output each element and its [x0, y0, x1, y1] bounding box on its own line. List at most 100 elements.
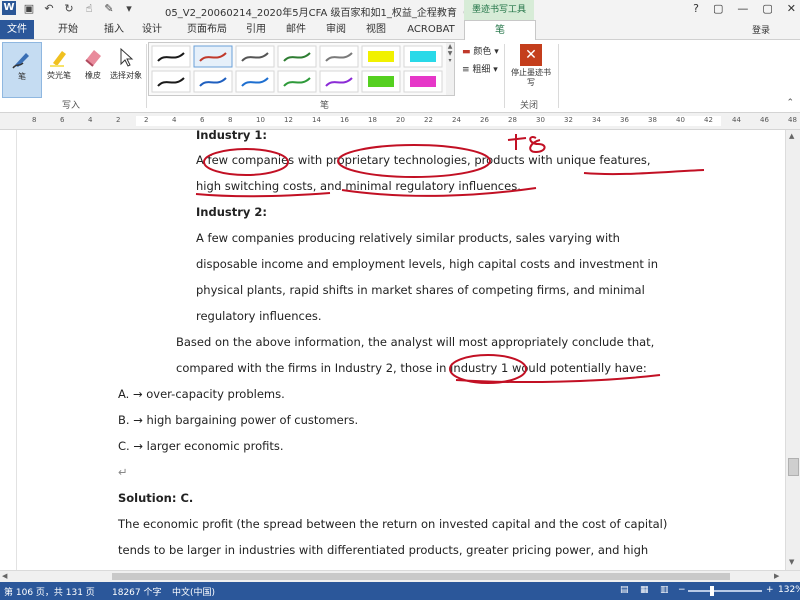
ribbon-display-icon[interactable]: ▢: [713, 2, 723, 15]
pen-color-button[interactable]: ▬ 颜色 ▾: [462, 44, 499, 57]
question-line2: compared with the firms in Industry 2, t…: [176, 361, 647, 375]
highlighter-tool-button[interactable]: 荧光笔: [40, 42, 78, 96]
ruler-number: 34: [592, 116, 601, 124]
pens-group-label: 笔: [320, 101, 330, 111]
save-icon[interactable]: ▣: [22, 2, 36, 15]
status-bar: 第 106 页，共 131 页 18267 个字 中文(中国) ▤ ▦ ▥ − …: [0, 582, 800, 600]
ruler-number: 36: [620, 116, 629, 124]
ribbon-separator: [146, 44, 147, 108]
industry2-line2: disposable income and employment levels,…: [196, 257, 659, 271]
page-count[interactable]: 第 106 页，共 131 页: [4, 585, 95, 598]
close-ink-icon: ✕: [520, 44, 542, 66]
select-objects-button[interactable]: 选择对象: [106, 42, 146, 96]
zoom-level[interactable]: 132%: [778, 585, 800, 595]
ruler-number: 6: [200, 116, 205, 124]
ribbon-tabs: 文件 开始 插入 设计 页面布局 引用 邮件 审阅 视图 ACROBAT 笔 登…: [0, 20, 800, 40]
help-icon[interactable]: ?: [693, 2, 699, 15]
customize-icon[interactable]: ▾: [122, 2, 136, 15]
vertical-scroll-thumb[interactable]: [788, 458, 799, 476]
ribbon-separator: [504, 44, 505, 108]
tab-pens[interactable]: 笔: [464, 20, 536, 40]
ruler-number: 8: [228, 116, 233, 124]
ribbon-separator: [558, 44, 559, 108]
word-count[interactable]: 18267 个字: [112, 585, 162, 598]
pen-weight-label: 粗细: [472, 65, 491, 75]
language-status[interactable]: 中文(中国): [172, 585, 215, 598]
window-controls: ? ▢ — ▢ ✕: [693, 2, 796, 15]
horizontal-scroll-thumb[interactable]: [112, 573, 730, 580]
close-icon[interactable]: ✕: [787, 2, 796, 15]
question-line1: Based on the above information, the anal…: [176, 335, 655, 349]
pen-weight-button[interactable]: ≡ 粗细 ▾: [462, 62, 498, 75]
explanation-line2: tends to be larger in industries with di…: [118, 543, 649, 557]
ruler-number: 12: [284, 116, 293, 124]
print-layout-icon[interactable]: ▦: [640, 585, 649, 595]
zoom-slider-thumb[interactable]: [710, 586, 714, 596]
sign-in-link[interactable]: 登录: [752, 23, 770, 36]
industry2-line1: A few companies producing relatively sim…: [196, 231, 620, 245]
web-layout-icon[interactable]: ▥: [660, 585, 669, 595]
ruler-number: 8: [32, 116, 37, 124]
document-canvas[interactable]: Industry 1: A few companies with proprie…: [0, 130, 786, 570]
pen-swatches: [151, 45, 443, 93]
maximize-icon[interactable]: ▢: [762, 2, 772, 15]
highlighter-tool-label: 荧光笔: [47, 71, 71, 80]
redo-icon[interactable]: ↻: [62, 2, 76, 15]
stop-inking-label: 停止墨迹书写: [511, 68, 551, 87]
vertical-scrollbar[interactable]: ▲ ▼: [785, 130, 800, 570]
tab-mailings[interactable]: 邮件: [276, 20, 316, 39]
tab-home[interactable]: 开始: [48, 20, 88, 39]
eraser-tool-label: 橡皮: [85, 71, 101, 80]
ink-underline-unique-features[interactable]: [583, 169, 705, 176]
scroll-left-icon[interactable]: ◀: [2, 572, 7, 580]
ruler-number: 4: [172, 116, 177, 124]
quick-access-toolbar: W ▣ ↶ ↻ ☝ ✎ ▾: [2, 1, 136, 15]
ruler-number: 18: [368, 116, 377, 124]
scroll-down-icon[interactable]: ▼: [789, 558, 794, 566]
tab-file[interactable]: 文件: [0, 20, 34, 39]
tab-design[interactable]: 设计: [134, 20, 170, 39]
ink-underline-switching-costs[interactable]: [195, 192, 331, 198]
scroll-up-icon[interactable]: ▲: [789, 132, 794, 140]
ribbon: 笔 荧光笔 橡皮 选择对象 写入 ▲ ▼ ▾ ▬ 颜色 ▾ ≡ 粗细 ▾ 笔 ✕ 停…: [0, 40, 800, 113]
ruler-number: 16: [340, 116, 349, 124]
tab-references[interactable]: 引用: [236, 20, 276, 39]
tab-review[interactable]: 审阅: [316, 20, 356, 39]
zoom-in-icon[interactable]: +: [766, 585, 774, 595]
title-bar: W ▣ ↶ ↻ ☝ ✎ ▾ 05_V2_20060214_2020年5月CFA …: [0, 0, 800, 20]
read-mode-icon[interactable]: ▤: [620, 585, 629, 595]
industry2-line3: physical plants, rapid shifts in market …: [196, 283, 645, 297]
touch-icon[interactable]: ☝: [82, 2, 96, 15]
ruler-number: 32: [564, 116, 573, 124]
ruler-number: 48: [788, 116, 797, 124]
weight-icon: ≡: [462, 65, 470, 75]
zoom-slider[interactable]: [688, 590, 762, 592]
zoom-out-icon[interactable]: −: [678, 585, 686, 595]
tab-acrobat[interactable]: ACROBAT: [400, 20, 462, 39]
ruler-number: 20: [396, 116, 405, 124]
ruler-track: 8 6 4 2 2 4 6 8 10 12 14 16 18 20 22 24 26 28 30 32 34 36 38 40…: [24, 116, 797, 126]
tab-layout[interactable]: 页面布局: [178, 20, 236, 39]
pen-tool-label: 笔: [18, 72, 26, 81]
tab-view[interactable]: 视图: [356, 20, 396, 39]
industry1-label: Industry 1:: [196, 130, 267, 142]
ruler-number: 4: [88, 116, 93, 124]
ink-handwritten-note[interactable]: [507, 134, 546, 154]
collapse-ribbon-icon[interactable]: ⌃: [786, 98, 794, 108]
option-b: B. → high bargaining power of customers.: [118, 413, 359, 427]
ruler-number: 24: [452, 116, 461, 124]
page-margin-guide: [16, 130, 17, 570]
scroll-right-icon[interactable]: ▶: [774, 572, 779, 580]
minimize-icon[interactable]: —: [737, 2, 748, 15]
pen-icon[interactable]: ✎: [102, 2, 116, 15]
tab-insert[interactable]: 插入: [94, 20, 134, 39]
pen-tool-button[interactable]: 笔: [2, 42, 42, 98]
horizontal-ruler[interactable]: 8 6 4 2 2 4 6 8 10 12 14 16 18 20 22 24 26 28 30 32 34 36 38 40…: [0, 113, 800, 130]
stop-inking-button[interactable]: ✕ 停止墨迹书写: [508, 42, 554, 96]
gallery-scroll[interactable]: ▲ ▼ ▾: [446, 42, 455, 96]
close-group-label: 关闭: [520, 101, 539, 111]
ink-underline-potentially-have[interactable]: [455, 374, 661, 384]
ruler-number: 40: [676, 116, 685, 124]
undo-icon[interactable]: ↶: [42, 2, 56, 15]
pen-stroke-sample: [368, 51, 394, 62]
